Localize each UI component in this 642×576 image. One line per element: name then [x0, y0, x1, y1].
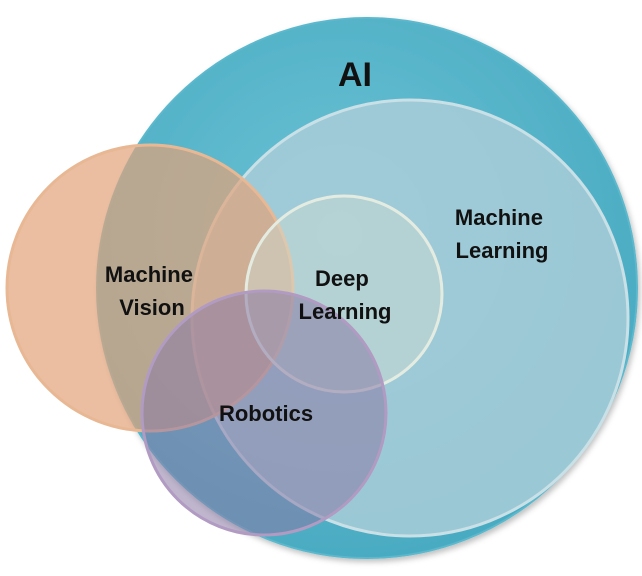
robotics-label-line-1: Robotics — [219, 401, 313, 426]
robotics-label: Robotics — [219, 401, 313, 426]
machine-vision-label-line-1: Machine — [105, 262, 193, 287]
ai-label-line-1: AI — [338, 56, 372, 94]
machine-vision-label-line-2: Vision — [119, 295, 185, 320]
machine-learning-label-line-2: Learning — [456, 238, 549, 263]
machine-learning-label-line-1: Machine — [455, 205, 543, 230]
deep-learning-label-line-1: Deep — [315, 266, 369, 291]
venn-diagram: AI Machine Learning Machine Vision Deep … — [5, 17, 638, 559]
ai-label: AI — [338, 56, 372, 94]
deep-learning-label-line-2: Learning — [299, 299, 392, 324]
